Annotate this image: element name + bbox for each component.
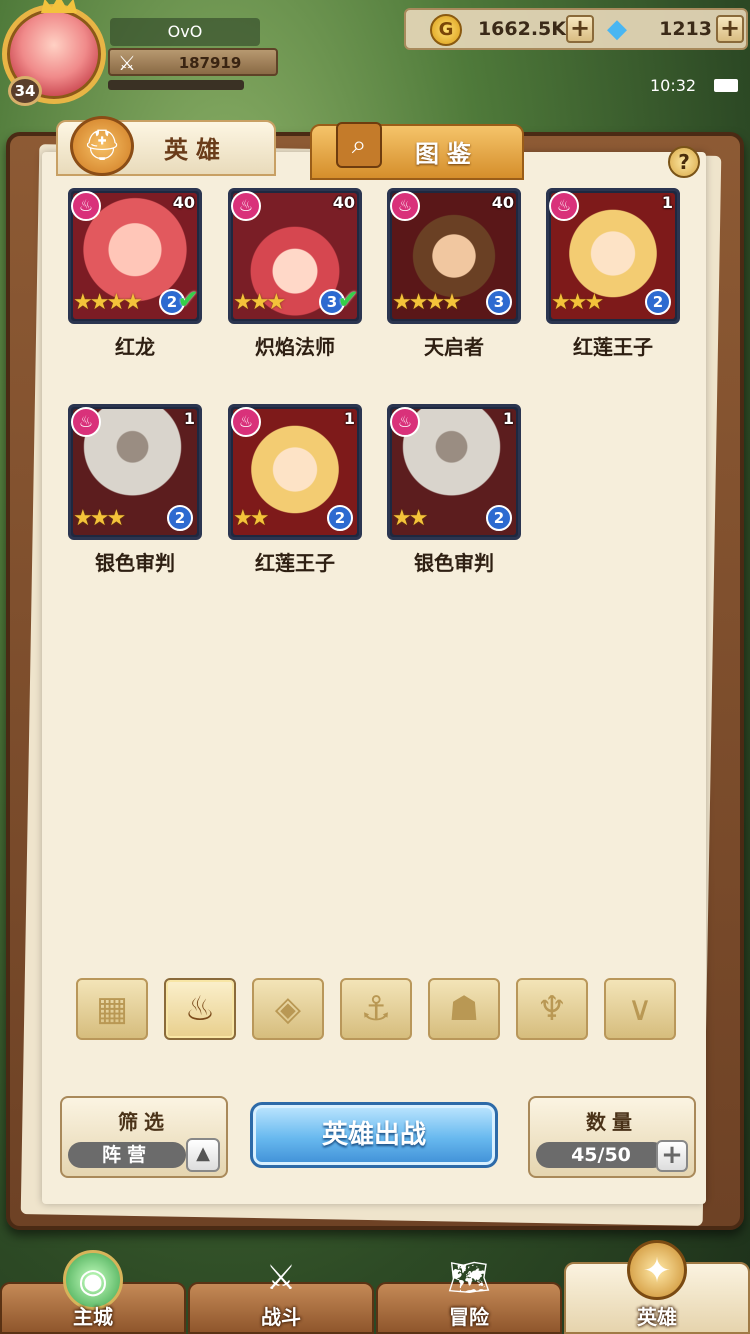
hero-level: 1 xyxy=(502,409,514,428)
filter-diamond-icon[interactable]: ◈ xyxy=(252,978,324,1040)
crossed-swords-icon: ⚔ xyxy=(118,51,136,75)
hero-name: 银色审判 xyxy=(95,551,175,575)
crown-icon xyxy=(41,0,77,13)
element-flame-icon: ♨ xyxy=(549,191,579,221)
tab-heroes-label: 英雄 xyxy=(164,136,228,164)
add-gold-button[interactable]: + xyxy=(566,15,594,43)
hero-stars: ★★ xyxy=(233,506,269,531)
hero-stars: ★★★★ xyxy=(392,290,462,315)
help-button[interactable]: ? xyxy=(668,146,700,178)
deploy-heroes-button[interactable]: 英雄出战 xyxy=(250,1102,498,1168)
hero-name: 红莲王子 xyxy=(573,335,653,359)
gold-amount: 1662.5K xyxy=(477,18,566,40)
hero-level: 1 xyxy=(183,409,195,428)
magnifier-icon: ⌕ xyxy=(336,122,382,168)
element-flame-icon: ♨ xyxy=(71,191,101,221)
hero-stars: ★★★★ xyxy=(73,290,143,315)
hero-card[interactable]: ♨ 1 ★★★ 2 xyxy=(68,404,202,540)
filter-flame-icon[interactable]: ♨ xyxy=(164,978,236,1040)
diamond-gem-icon: ◆ xyxy=(607,14,627,44)
tab-codex-label: 图鉴 xyxy=(415,140,479,168)
nav-label: 冒险 xyxy=(449,1305,489,1329)
clock-time: 10:32 xyxy=(650,76,697,95)
nav-battle[interactable]: ⚔ 战斗 xyxy=(188,1258,374,1334)
filter-select[interactable]: 阵营 xyxy=(68,1142,186,1168)
expand-capacity-button[interactable]: + xyxy=(656,1140,688,1172)
hero-card[interactable]: ♨ 40 ★★★ 3 ✔ xyxy=(228,188,362,324)
filter-title: 筛选 xyxy=(118,1110,170,1134)
hero-rank: 2 xyxy=(167,505,193,531)
hero-name: 天启者 xyxy=(424,335,484,359)
hero-card[interactable]: ♨ 1 ★★ 2 xyxy=(228,404,362,540)
deployed-check-icon: ✔ xyxy=(337,285,359,315)
hero-name: 红莲王子 xyxy=(255,551,335,575)
count-title: 数量 xyxy=(586,1110,638,1134)
gem-amount: 1213 xyxy=(659,18,712,40)
gold-coin-icon: G xyxy=(430,14,462,46)
hero-rank: 2 xyxy=(645,289,671,315)
filter-beast-icon[interactable]: ☗ xyxy=(428,978,500,1040)
hero-stars: ★★ xyxy=(392,506,428,531)
hero-level: 1 xyxy=(661,193,673,212)
player-name: OvO xyxy=(110,18,260,46)
hero-card[interactable]: ♨ 40 ★★★★ 3 xyxy=(387,188,521,324)
hero-stars: ★★★ xyxy=(73,506,126,531)
hero-name: 银色审判 xyxy=(414,551,494,575)
nav-main-city[interactable]: ◉ 主城 xyxy=(0,1250,186,1334)
hero-level: 40 xyxy=(332,193,355,212)
nav-label: 主城 xyxy=(73,1305,113,1329)
filter-anchor-icon[interactable]: ⚓ xyxy=(340,978,412,1040)
hero-rank: 3 xyxy=(486,289,512,315)
helmet-icon: ⛑ xyxy=(70,116,134,176)
hero-emblem-icon: ✦ xyxy=(627,1240,687,1300)
hero-name: 红龙 xyxy=(115,335,155,359)
element-flame-icon: ♨ xyxy=(390,407,420,437)
nav-heroes[interactable]: ✦ 英雄 xyxy=(564,1240,750,1334)
exp-bar xyxy=(108,80,244,90)
hero-level: 40 xyxy=(172,193,195,212)
element-flame-icon: ♨ xyxy=(231,407,261,437)
hero-rank: 2 xyxy=(327,505,353,531)
element-flame-icon: ♨ xyxy=(390,191,420,221)
filter-all-grid-icon[interactable]: ▦ xyxy=(76,978,148,1040)
hero-level: 1 xyxy=(343,409,355,428)
element-flame-icon: ♨ xyxy=(231,191,261,221)
hero-count: 45/50 xyxy=(536,1142,666,1168)
hero-card[interactable]: ♨ 1 ★★★ 2 xyxy=(546,188,680,324)
player-level-badge: 34 xyxy=(8,76,42,106)
nav-label: 战斗 xyxy=(261,1305,301,1329)
hero-stars: ★★★ xyxy=(233,290,286,315)
element-flame-icon: ♨ xyxy=(71,407,101,437)
hero-card[interactable]: ♨ 1 ★★ 2 xyxy=(387,404,521,540)
filter-demon-icon[interactable]: ♆ xyxy=(516,978,588,1040)
hero-stars: ★★★ xyxy=(551,290,604,315)
nav-adventure[interactable]: 🗺 冒险 xyxy=(376,1258,562,1334)
hero-card[interactable]: ♨ 40 ★★★★ 2 ✔ xyxy=(68,188,202,324)
deployed-check-icon: ✔ xyxy=(177,285,199,315)
hero-level: 40 xyxy=(491,193,514,212)
battery-icon xyxy=(714,79,738,92)
nav-label: 英雄 xyxy=(637,1305,677,1329)
add-gem-button[interactable]: + xyxy=(716,15,744,43)
power-value: 187919 xyxy=(178,54,242,72)
filter-horns-icon[interactable]: ∨ xyxy=(604,978,676,1040)
chevron-up-icon[interactable]: ▲ xyxy=(186,1138,220,1172)
hero-rank: 2 xyxy=(486,505,512,531)
hero-name: 炽焰法师 xyxy=(255,335,335,359)
